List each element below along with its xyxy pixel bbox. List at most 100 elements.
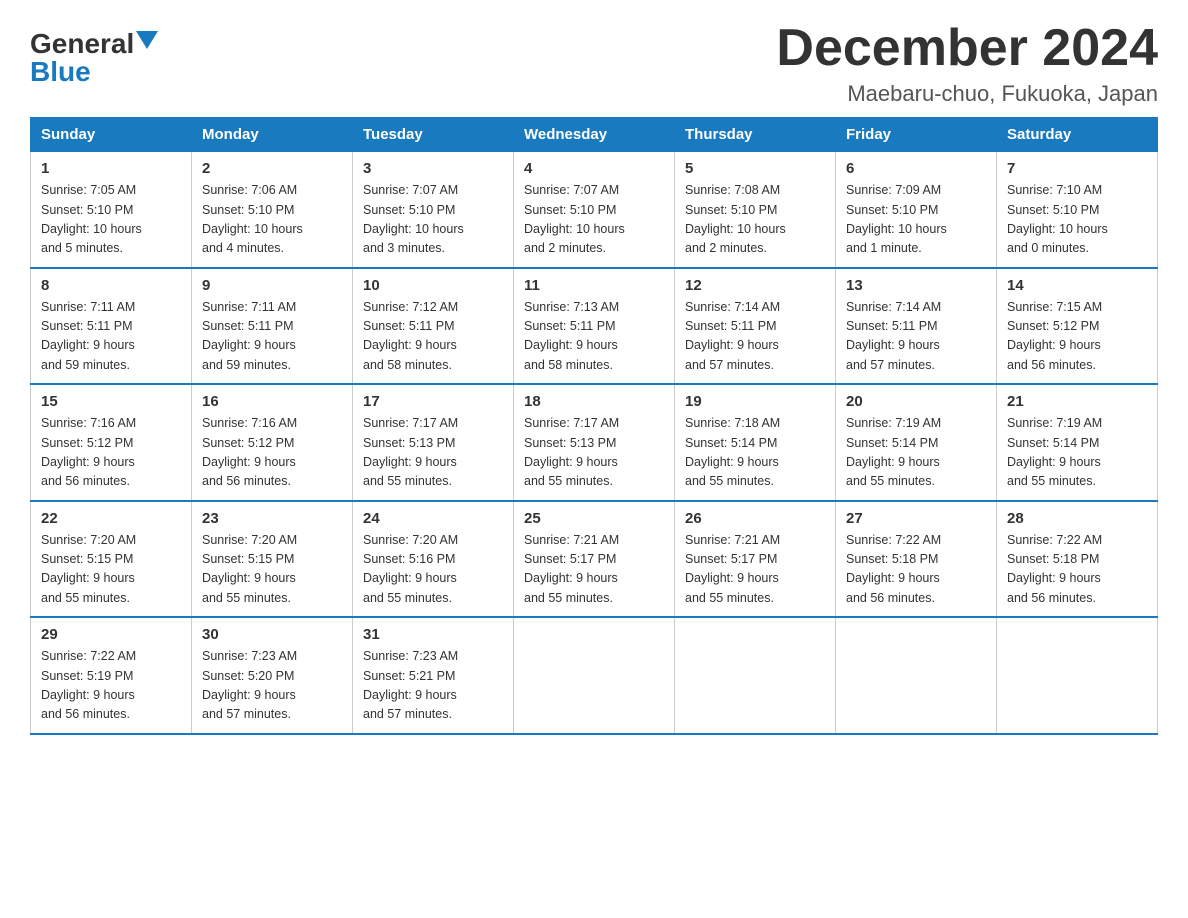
day-info: Sunrise: 7:09 AMSunset: 5:10 PMDaylight:…: [846, 181, 986, 259]
day-number: 6: [846, 160, 986, 177]
day-info: Sunrise: 7:16 AMSunset: 5:12 PMDaylight:…: [202, 414, 342, 492]
weekday-header-sunday: Sunday: [31, 118, 192, 152]
calendar-cell: 6 Sunrise: 7:09 AMSunset: 5:10 PMDaylight…: [836, 152, 997, 268]
calendar-cell: 26 Sunrise: 7:21 AMSunset: 5:17 PMDayligh…: [675, 501, 836, 618]
calendar-cell: [997, 617, 1158, 734]
day-info: Sunrise: 7:22 AMSunset: 5:18 PMDaylight:…: [1007, 531, 1147, 609]
day-info: Sunrise: 7:05 AMSunset: 5:10 PMDaylight:…: [41, 181, 181, 259]
day-info: Sunrise: 7:11 AMSunset: 5:11 PMDaylight:…: [202, 298, 342, 376]
title-block: December 2024 Maebaru-chuo, Fukuoka, Jap…: [776, 20, 1158, 107]
day-info: Sunrise: 7:07 AMSunset: 5:10 PMDaylight:…: [524, 181, 664, 259]
day-number: 9: [202, 277, 342, 294]
day-number: 16: [202, 393, 342, 410]
month-title: December 2024: [776, 20, 1158, 77]
calendar-cell: 7Sunrise: 7:10 AMSunset: 5:10 PMDaylight…: [997, 152, 1158, 268]
day-number: 17: [363, 393, 503, 410]
calendar-cell: 13 Sunrise: 7:14 AMSunset: 5:11 PMDayligh…: [836, 268, 997, 385]
day-number: 25: [524, 510, 664, 527]
day-number: 4: [524, 160, 664, 177]
day-info: Sunrise: 7:20 AMSunset: 5:16 PMDaylight:…: [363, 531, 503, 609]
day-info: Sunrise: 7:15 AMSunset: 5:12 PMDaylight:…: [1007, 298, 1147, 376]
day-info: Sunrise: 7:17 AMSunset: 5:13 PMDaylight:…: [363, 414, 503, 492]
day-info: Sunrise: 7:07 AMSunset: 5:10 PMDaylight:…: [363, 181, 503, 259]
calendar-cell: [675, 617, 836, 734]
calendar-cell: 14Sunrise: 7:15 AMSunset: 5:12 PMDayligh…: [997, 268, 1158, 385]
weekday-header-wednesday: Wednesday: [514, 118, 675, 152]
logo: General Blue: [30, 20, 158, 86]
calendar-table: SundayMondayTuesdayWednesdayThursdayFrid…: [30, 117, 1158, 735]
calendar-cell: 4 Sunrise: 7:07 AMSunset: 5:10 PMDaylight…: [514, 152, 675, 268]
day-number: 3: [363, 160, 503, 177]
calendar-week-row: 8 Sunrise: 7:11 AMSunset: 5:11 PMDaylight…: [31, 268, 1158, 385]
day-number: 22: [41, 510, 181, 527]
day-info: Sunrise: 7:16 AMSunset: 5:12 PMDaylight:…: [41, 414, 181, 492]
calendar-cell: 21Sunrise: 7:19 AMSunset: 5:14 PMDayligh…: [997, 384, 1158, 501]
day-info: Sunrise: 7:20 AMSunset: 5:15 PMDaylight:…: [202, 531, 342, 609]
day-number: 13: [846, 277, 986, 294]
day-number: 24: [363, 510, 503, 527]
day-number: 2: [202, 160, 342, 177]
day-number: 27: [846, 510, 986, 527]
calendar-header-row: SundayMondayTuesdayWednesdayThursdayFrid…: [31, 118, 1158, 152]
calendar-cell: 12 Sunrise: 7:14 AMSunset: 5:11 PMDayligh…: [675, 268, 836, 385]
day-info: Sunrise: 7:21 AMSunset: 5:17 PMDaylight:…: [685, 531, 825, 609]
location-text: Maebaru-chuo, Fukuoka, Japan: [776, 81, 1158, 107]
calendar-cell: 2 Sunrise: 7:06 AMSunset: 5:10 PMDaylight…: [192, 152, 353, 268]
day-info: Sunrise: 7:12 AMSunset: 5:11 PMDaylight:…: [363, 298, 503, 376]
calendar-cell: 5 Sunrise: 7:08 AMSunset: 5:10 PMDaylight…: [675, 152, 836, 268]
day-number: 11: [524, 277, 664, 294]
day-info: Sunrise: 7:22 AMSunset: 5:19 PMDaylight:…: [41, 647, 181, 725]
calendar-cell: 27Sunrise: 7:22 AMSunset: 5:18 PMDayligh…: [836, 501, 997, 618]
day-info: Sunrise: 7:17 AMSunset: 5:13 PMDaylight:…: [524, 414, 664, 492]
day-number: 18: [524, 393, 664, 410]
calendar-cell: 19 Sunrise: 7:18 AMSunset: 5:14 PMDayligh…: [675, 384, 836, 501]
calendar-cell: 24 Sunrise: 7:20 AMSunset: 5:16 PMDayligh…: [353, 501, 514, 618]
day-number: 12: [685, 277, 825, 294]
calendar-cell: 25 Sunrise: 7:21 AMSunset: 5:17 PMDayligh…: [514, 501, 675, 618]
calendar-cell: 15Sunrise: 7:16 AMSunset: 5:12 PMDayligh…: [31, 384, 192, 501]
weekday-header-monday: Monday: [192, 118, 353, 152]
day-info: Sunrise: 7:23 AMSunset: 5:20 PMDaylight:…: [202, 647, 342, 725]
day-info: Sunrise: 7:20 AMSunset: 5:15 PMDaylight:…: [41, 531, 181, 609]
day-info: Sunrise: 7:10 AMSunset: 5:10 PMDaylight:…: [1007, 181, 1147, 259]
day-number: 20: [846, 393, 986, 410]
day-info: Sunrise: 7:21 AMSunset: 5:17 PMDaylight:…: [524, 531, 664, 609]
day-number: 23: [202, 510, 342, 527]
day-number: 19: [685, 393, 825, 410]
calendar-cell: 10 Sunrise: 7:12 AMSunset: 5:11 PMDayligh…: [353, 268, 514, 385]
weekday-header-saturday: Saturday: [997, 118, 1158, 152]
calendar-cell: 18 Sunrise: 7:17 AMSunset: 5:13 PMDayligh…: [514, 384, 675, 501]
calendar-week-row: 1 Sunrise: 7:05 AMSunset: 5:10 PMDaylight…: [31, 152, 1158, 268]
calendar-cell: 1 Sunrise: 7:05 AMSunset: 5:10 PMDaylight…: [31, 152, 192, 268]
calendar-week-row: 22 Sunrise: 7:20 AMSunset: 5:15 PMDayligh…: [31, 501, 1158, 618]
logo-triangle-icon: [136, 31, 158, 53]
day-info: Sunrise: 7:14 AMSunset: 5:11 PMDaylight:…: [685, 298, 825, 376]
day-info: Sunrise: 7:13 AMSunset: 5:11 PMDaylight:…: [524, 298, 664, 376]
calendar-cell: 17 Sunrise: 7:17 AMSunset: 5:13 PMDayligh…: [353, 384, 514, 501]
calendar-week-row: 29Sunrise: 7:22 AMSunset: 5:19 PMDayligh…: [31, 617, 1158, 734]
weekday-header-thursday: Thursday: [675, 118, 836, 152]
day-info: Sunrise: 7:14 AMSunset: 5:11 PMDaylight:…: [846, 298, 986, 376]
day-info: Sunrise: 7:06 AMSunset: 5:10 PMDaylight:…: [202, 181, 342, 259]
day-number: 8: [41, 277, 181, 294]
calendar-cell: 29Sunrise: 7:22 AMSunset: 5:19 PMDayligh…: [31, 617, 192, 734]
calendar-cell: 3 Sunrise: 7:07 AMSunset: 5:10 PMDaylight…: [353, 152, 514, 268]
calendar-week-row: 15Sunrise: 7:16 AMSunset: 5:12 PMDayligh…: [31, 384, 1158, 501]
calendar-cell: 31Sunrise: 7:23 AMSunset: 5:21 PMDayligh…: [353, 617, 514, 734]
day-number: 1: [41, 160, 181, 177]
day-number: 26: [685, 510, 825, 527]
calendar-cell: 8 Sunrise: 7:11 AMSunset: 5:11 PMDaylight…: [31, 268, 192, 385]
day-info: Sunrise: 7:11 AMSunset: 5:11 PMDaylight:…: [41, 298, 181, 376]
calendar-cell: 23 Sunrise: 7:20 AMSunset: 5:15 PMDayligh…: [192, 501, 353, 618]
day-number: 5: [685, 160, 825, 177]
calendar-cell: 30 Sunrise: 7:23 AMSunset: 5:20 PMDayligh…: [192, 617, 353, 734]
calendar-cell: 20Sunrise: 7:19 AMSunset: 5:14 PMDayligh…: [836, 384, 997, 501]
day-number: 31: [363, 626, 503, 643]
day-info: Sunrise: 7:08 AMSunset: 5:10 PMDaylight:…: [685, 181, 825, 259]
calendar-cell: [514, 617, 675, 734]
day-info: Sunrise: 7:18 AMSunset: 5:14 PMDaylight:…: [685, 414, 825, 492]
day-number: 10: [363, 277, 503, 294]
page-header: General Blue December 2024 Maebaru-chuo,…: [30, 20, 1158, 107]
weekday-header-friday: Friday: [836, 118, 997, 152]
day-number: 30: [202, 626, 342, 643]
